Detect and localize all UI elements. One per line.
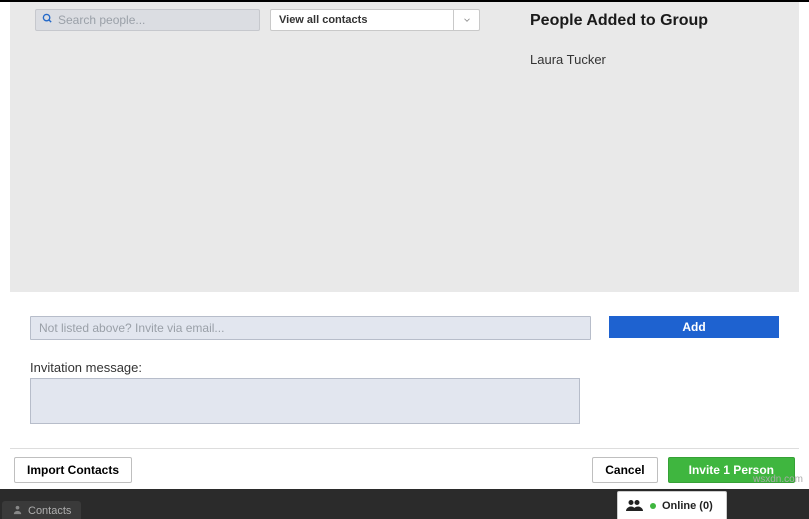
search-input[interactable] [58, 13, 253, 27]
email-invite-row: Add [30, 316, 779, 340]
contacts-panel: View all contacts People Added to Group … [10, 2, 799, 292]
watermark: wsxdn.com [753, 474, 803, 485]
import-contacts-button[interactable]: Import Contacts [14, 457, 132, 483]
online-dot-icon [650, 503, 656, 509]
filter-selected-label: View all contacts [271, 10, 453, 30]
email-invite-input[interactable] [30, 316, 591, 340]
added-title: People Added to Group [530, 12, 779, 30]
chevron-down-icon[interactable] [453, 10, 479, 30]
added-list: Laura Tucker [530, 52, 779, 67]
bottom-action-row: Import Contacts Cancel Invite 1 Person [14, 457, 795, 483]
invitation-message-textarea[interactable] [30, 378, 580, 424]
add-button[interactable]: Add [609, 316, 779, 338]
list-item[interactable]: Laura Tucker [530, 52, 779, 67]
contacts-filter-select[interactable]: View all contacts [270, 9, 480, 31]
contacts-tab[interactable]: Contacts [2, 501, 81, 519]
online-label: Online (0) [662, 500, 713, 512]
cancel-button[interactable]: Cancel [592, 457, 657, 483]
invitation-message-label: Invitation message: [30, 360, 142, 375]
contacts-tab-label: Contacts [28, 505, 71, 517]
online-status-widget[interactable]: Online (0) [617, 491, 727, 519]
person-icon [12, 504, 23, 518]
divider [10, 448, 799, 449]
added-to-group-column: People Added to Group Laura Tucker [530, 12, 779, 73]
people-icon [626, 498, 644, 514]
search-field-wrap[interactable] [35, 9, 260, 31]
search-icon [42, 13, 53, 27]
